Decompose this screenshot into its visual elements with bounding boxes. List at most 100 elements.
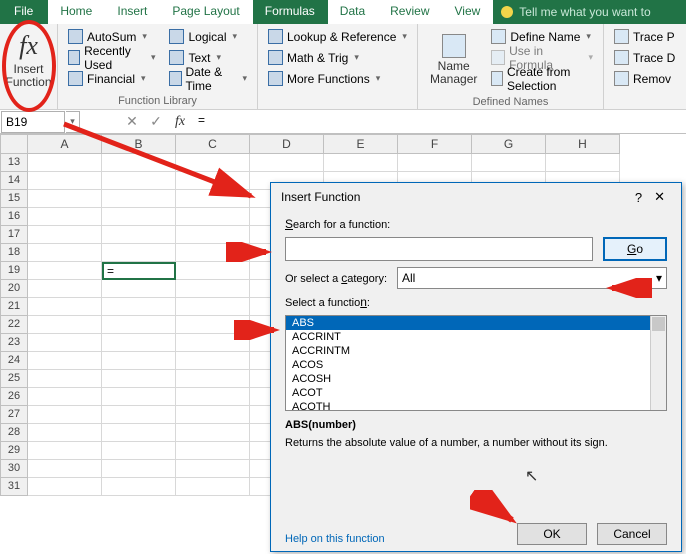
dialog-help-button[interactable]: ?	[629, 190, 648, 205]
function-list[interactable]: ABS ACCRINT ACCRINTM ACOS ACOSH ACOT ACO…	[285, 315, 667, 411]
cell[interactable]	[102, 406, 176, 424]
recently-used-button[interactable]: Recently Used▾	[64, 47, 159, 68]
lookup-button[interactable]: Lookup & Reference▾	[264, 26, 411, 47]
cell[interactable]	[102, 226, 176, 244]
cell[interactable]	[176, 370, 250, 388]
cell[interactable]	[102, 388, 176, 406]
list-item[interactable]: ABS	[286, 316, 666, 330]
cell[interactable]	[398, 154, 472, 172]
cell[interactable]	[472, 154, 546, 172]
col-header[interactable]: A	[28, 134, 102, 154]
cell[interactable]	[546, 154, 620, 172]
math-trig-button[interactable]: Math & Trig▾	[264, 47, 411, 68]
scrollbar-thumb[interactable]	[652, 317, 665, 331]
cell[interactable]	[102, 460, 176, 478]
cell[interactable]	[176, 316, 250, 334]
cell[interactable]	[102, 442, 176, 460]
cell[interactable]	[28, 280, 102, 298]
cell[interactable]	[102, 208, 176, 226]
cell[interactable]	[176, 154, 250, 172]
cell[interactable]	[176, 406, 250, 424]
cell[interactable]	[102, 172, 176, 190]
cell[interactable]	[176, 208, 250, 226]
cell[interactable]	[176, 190, 250, 208]
row-header[interactable]: 31	[0, 478, 28, 496]
tab-data[interactable]: Data	[328, 0, 378, 24]
remove-arrows-button[interactable]: Remov	[610, 68, 680, 89]
financial-button[interactable]: Financial▾	[64, 68, 159, 89]
cell[interactable]	[176, 424, 250, 442]
row-header[interactable]: 19	[0, 262, 28, 280]
col-header[interactable]: F	[398, 134, 472, 154]
list-item[interactable]: ACOTH	[286, 400, 666, 411]
cell[interactable]	[250, 154, 324, 172]
scrollbar[interactable]	[650, 316, 666, 410]
col-header[interactable]: E	[324, 134, 398, 154]
cell[interactable]	[176, 244, 250, 262]
cell[interactable]	[28, 190, 102, 208]
ok-button[interactable]: OK	[517, 523, 587, 545]
cell[interactable]	[102, 316, 176, 334]
row-header[interactable]: 14	[0, 172, 28, 190]
list-item[interactable]: ACOSH	[286, 372, 666, 386]
cell[interactable]	[176, 442, 250, 460]
cell[interactable]	[102, 190, 176, 208]
cell[interactable]	[102, 280, 176, 298]
cell[interactable]	[28, 388, 102, 406]
cell[interactable]	[102, 334, 176, 352]
cell[interactable]	[176, 226, 250, 244]
category-select[interactable]: All▾	[397, 267, 667, 289]
row-header[interactable]: 13	[0, 154, 28, 172]
list-item[interactable]: ACCRINT	[286, 330, 666, 344]
cell[interactable]	[102, 370, 176, 388]
cell[interactable]	[28, 172, 102, 190]
list-item[interactable]: ACOS	[286, 358, 666, 372]
formula-bar[interactable]: =	[192, 111, 686, 133]
col-header[interactable]: D	[250, 134, 324, 154]
trace-dependents-button[interactable]: Trace D	[610, 47, 680, 68]
cell[interactable]	[176, 478, 250, 496]
go-button[interactable]: Go	[603, 237, 667, 261]
cell[interactable]	[28, 442, 102, 460]
col-header[interactable]: H	[546, 134, 620, 154]
dialog-close-button[interactable]: ✕	[648, 189, 671, 205]
name-box[interactable]	[1, 111, 65, 133]
cell[interactable]	[28, 478, 102, 496]
row-header[interactable]: 20	[0, 280, 28, 298]
select-all-corner[interactable]	[0, 134, 28, 154]
name-box-dropdown[interactable]: ▾	[66, 111, 80, 133]
cell[interactable]	[28, 334, 102, 352]
list-item[interactable]: ACCRINTM	[286, 344, 666, 358]
cell[interactable]	[176, 388, 250, 406]
cell[interactable]	[28, 406, 102, 424]
row-header[interactable]: 22	[0, 316, 28, 334]
tab-formulas[interactable]: Formulas	[253, 0, 328, 24]
row-header[interactable]: 29	[0, 442, 28, 460]
row-header[interactable]: 28	[0, 424, 28, 442]
cell[interactable]	[28, 352, 102, 370]
list-item[interactable]: ACOT	[286, 386, 666, 400]
cell[interactable]	[102, 154, 176, 172]
cell[interactable]	[102, 424, 176, 442]
row-header[interactable]: 25	[0, 370, 28, 388]
cell[interactable]	[176, 334, 250, 352]
cell[interactable]	[28, 298, 102, 316]
row-header[interactable]: 16	[0, 208, 28, 226]
cell[interactable]	[28, 424, 102, 442]
cell[interactable]	[28, 262, 102, 280]
cell[interactable]	[28, 154, 102, 172]
cell[interactable]	[28, 370, 102, 388]
tab-page-layout[interactable]: Page Layout	[160, 0, 252, 24]
trace-precedents-button[interactable]: Trace P	[610, 26, 680, 47]
tell-me-search[interactable]: Tell me what you want to	[493, 0, 686, 24]
more-functions-button[interactable]: More Functions▾	[264, 68, 411, 89]
row-header[interactable]: 30	[0, 460, 28, 478]
row-header[interactable]: 15	[0, 190, 28, 208]
row-header[interactable]: 23	[0, 334, 28, 352]
cancel-button[interactable]: Cancel	[597, 523, 667, 545]
row-header[interactable]: 21	[0, 298, 28, 316]
cell[interactable]	[28, 208, 102, 226]
row-header[interactable]: 24	[0, 352, 28, 370]
logical-button[interactable]: Logical▾	[165, 26, 251, 47]
cell[interactable]	[28, 460, 102, 478]
